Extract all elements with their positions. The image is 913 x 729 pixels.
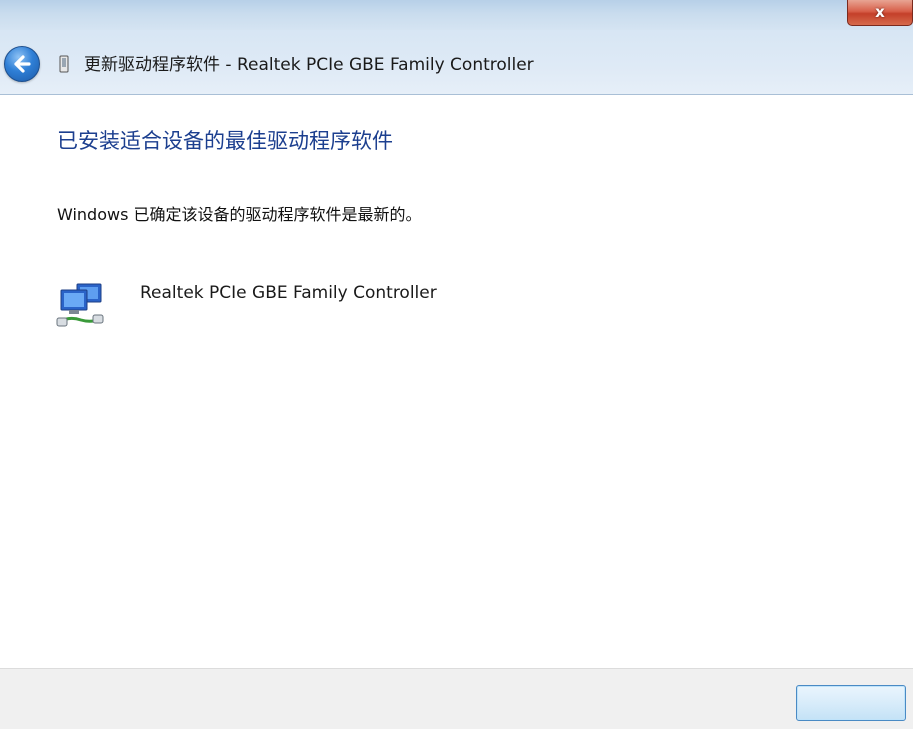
back-arrow-icon bbox=[14, 55, 31, 73]
network-adapter-icon bbox=[56, 283, 104, 327]
close-icon: x bbox=[875, 3, 885, 21]
wizard-footer bbox=[0, 668, 913, 729]
window-frame-top bbox=[0, 0, 913, 30]
back-button[interactable] bbox=[4, 46, 40, 82]
status-message: Windows 已确定该设备的驱动程序软件是最新的。 bbox=[57, 205, 422, 224]
device-name: Realtek PCIe GBE Family Controller bbox=[140, 283, 437, 303]
window-close-button[interactable]: x bbox=[847, 0, 913, 26]
wizard-header: 更新驱动程序软件 - Realtek PCIe GBE Family Contr… bbox=[0, 30, 913, 95]
page-title: 已安装适合设备的最佳驱动程序软件 bbox=[57, 129, 393, 153]
wizard-title: 更新驱动程序软件 - Realtek PCIe GBE Family Contr… bbox=[84, 55, 534, 75]
device-manager-icon bbox=[59, 55, 69, 73]
close-button[interactable] bbox=[796, 685, 906, 721]
